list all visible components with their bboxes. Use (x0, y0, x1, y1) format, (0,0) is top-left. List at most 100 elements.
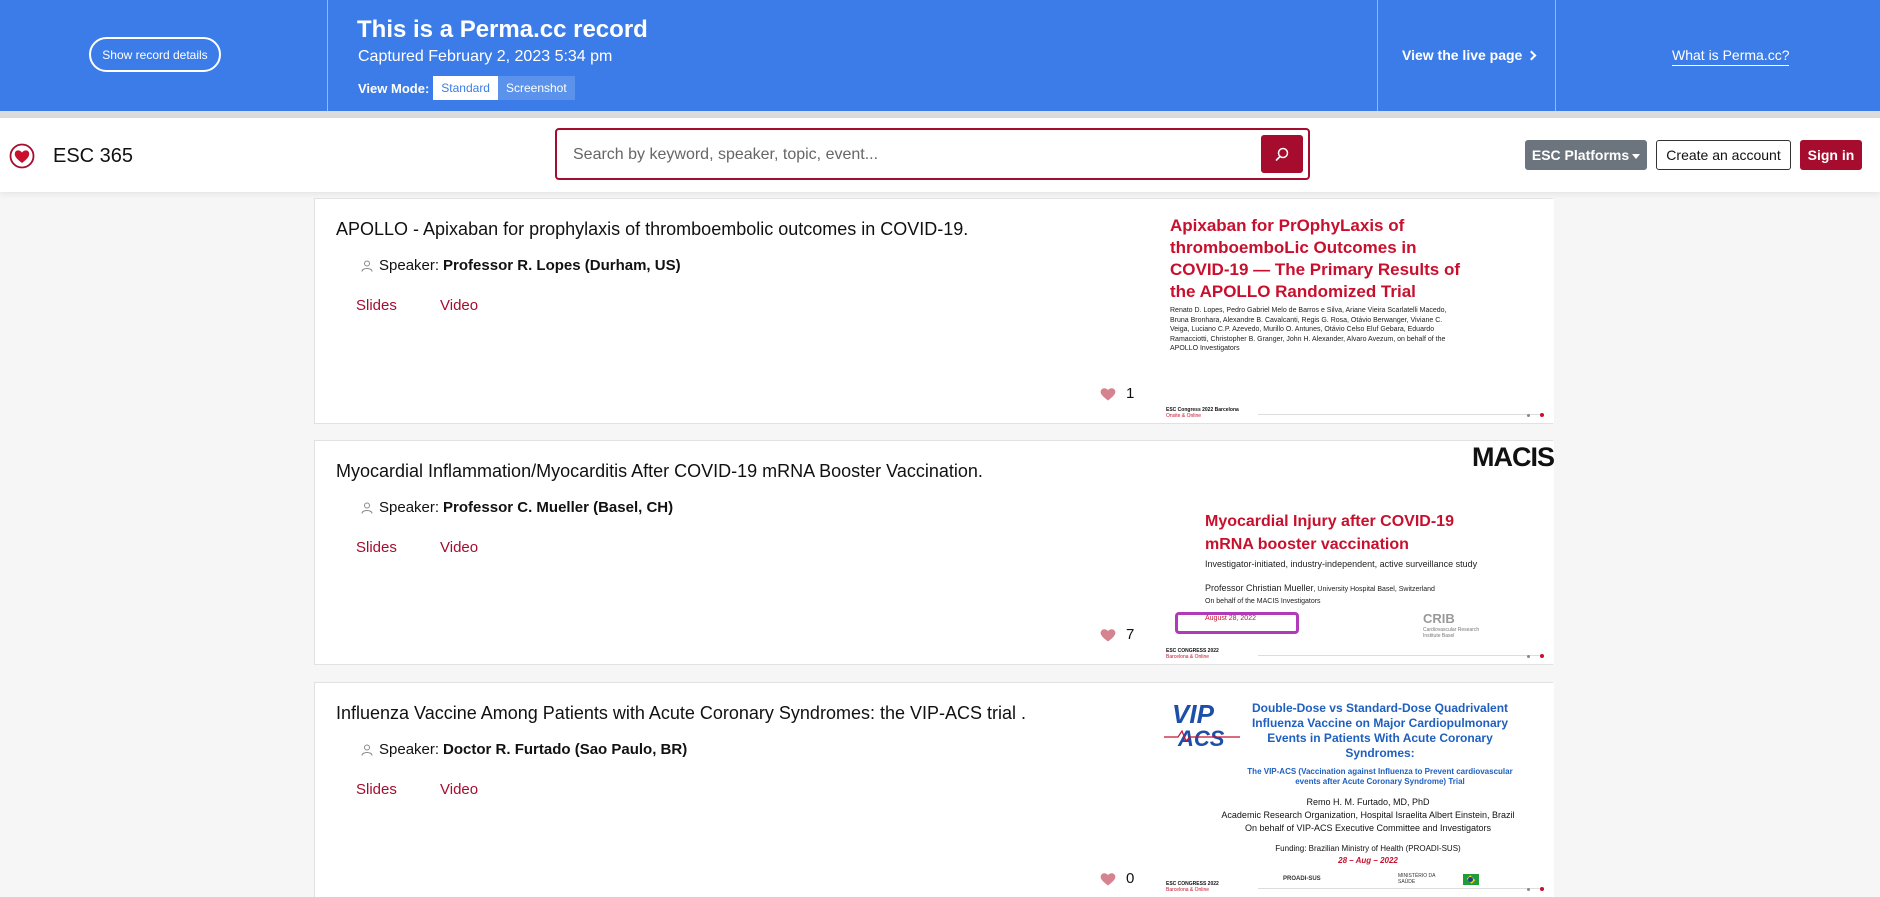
heart-icon (1100, 872, 1116, 885)
presenter-behalf: On behalf of VIP-ACS Executive Committee… (1244, 823, 1492, 833)
session-card-2[interactable]: Myocardial Inflammation/Myocarditis Afte… (314, 440, 1554, 665)
search-bar (555, 128, 1310, 180)
what-is-perma-link[interactable]: What is Perma.cc? (1672, 47, 1790, 66)
thumbnail-footer-sub: Barcelona & Online (1166, 654, 1210, 660)
speaker-label: Speaker: (379, 257, 440, 274)
video-link[interactable]: Video (440, 539, 478, 556)
speaker-name: Doctor R. Furtado (Sao Paulo, BR) (443, 741, 688, 758)
slide-dot-active (1540, 413, 1544, 417)
speaker-label: Speaker: (379, 499, 440, 516)
capture-date: Captured February 2, 2023 5:34 pm (358, 48, 613, 65)
thumbnail-subtitle: The VIP-ACS (Vaccination against Influen… (1247, 767, 1513, 786)
speaker-line: Speaker: Doctor R. Furtado (Sao Paulo, B… (361, 741, 687, 758)
sign-in-button[interactable]: Sign in (1800, 140, 1862, 170)
view-mode: View Mode: Standard Screenshot (358, 76, 575, 100)
slide-dot (1527, 414, 1530, 417)
thumbnail-presenter-block: Remo H. M. Furtado, MD, PhD Academic Res… (1198, 796, 1538, 835)
speaker-name: Professor R. Lopes (Durham, US) (443, 257, 681, 274)
slide-dot (1527, 655, 1530, 658)
ecg-line-icon (1164, 729, 1240, 743)
caret-down-icon (1632, 153, 1641, 159)
slide-thumbnail[interactable]: Apixaban for PrOphyLaxis of thromboemboL… (1158, 199, 1554, 423)
view-mode-screenshot[interactable]: Screenshot (497, 76, 575, 100)
slide-dot-active (1540, 654, 1544, 658)
thumbnail-footer: ESC CONGRESS 2022 Barcelona & Online (1166, 881, 1219, 893)
vip-logo-text: VIP (1172, 699, 1214, 729)
perma-record-info: This is a Perma.cc record Captured Febru… (329, 0, 1377, 111)
brazil-flag-icon (1463, 874, 1479, 885)
thumbnail-footer-sub: Onsite & Online (1166, 413, 1202, 419)
perma-live-column: View the live page (1377, 0, 1556, 111)
slide-dot (1527, 888, 1530, 891)
thumbnail-authors: Renato D. Lopes, Pedro Gabriel Melo de B… (1170, 307, 1447, 352)
presenter-name: Professor Christian Mueller (1205, 583, 1314, 593)
site-header: ESC 365 ESC Platforms Create an account … (0, 118, 1880, 192)
session-card-3[interactable]: Influenza Vaccine Among Patients with Ac… (314, 682, 1554, 897)
vip-acs-logo: VIP ACS (1164, 699, 1240, 765)
view-live-page-link[interactable]: View the live page (1402, 47, 1537, 63)
create-account-button[interactable]: Create an account (1656, 140, 1791, 170)
slide-thumbnail[interactable]: VIP ACS Double-Dose vs Standard-Dose Qua… (1158, 683, 1554, 897)
show-record-details-button[interactable]: Show record details (89, 37, 221, 72)
heart-icon (1100, 387, 1116, 400)
slides-link[interactable]: Slides (356, 781, 397, 798)
thumbnail-subtitle: Investigator-initiated, industry-indepen… (1205, 559, 1478, 569)
thumbnail-funding: Funding: Brazilian Ministry of Health (P… (1275, 844, 1461, 853)
person-icon (361, 260, 373, 272)
like-counter[interactable]: 0 (1100, 870, 1134, 887)
perma-about-column: What is Perma.cc? (1556, 0, 1880, 111)
macis-logo: MACIS (1472, 442, 1554, 472)
esc-heart-logo-icon (9, 143, 35, 169)
ministry-logo: MINISTÉRIO DA SAÚDE (1398, 873, 1436, 885)
presenter-affiliation: , University Hospital Basel, Switzerland (1313, 586, 1435, 593)
esc-platforms-dropdown[interactable]: ESC Platforms (1525, 140, 1647, 170)
chevron-right-icon (1526, 50, 1537, 61)
presenter-name: Remo H. M. Furtado, MD, PhD (1306, 797, 1430, 807)
thumbnail-footer: ESC CONGRESS 2022 Barcelona & Online (1166, 648, 1219, 660)
banner-divider (0, 111, 1880, 118)
slides-link[interactable]: Slides (356, 297, 397, 314)
session-card-1[interactable]: APOLLO - Apixaban for prophylaxis of thr… (314, 198, 1554, 424)
session-title[interactable]: Myocardial Inflammation/Myocarditis Afte… (336, 461, 983, 482)
thumbnail-title: Apixaban for PrOphyLaxis of thromboemboL… (1170, 216, 1461, 301)
slides-link[interactable]: Slides (356, 539, 397, 556)
sponsor-logo: PROADI-SUS (1283, 876, 1321, 882)
thumbnail-presenter: Professor Christian Mueller, University … (1205, 583, 1535, 595)
session-title[interactable]: APOLLO - Apixaban for prophylaxis of thr… (336, 219, 968, 240)
like-counter[interactable]: 7 (1100, 626, 1134, 643)
speaker-label: Speaker: (379, 741, 440, 758)
session-title[interactable]: Influenza Vaccine Among Patients with Ac… (336, 703, 1026, 724)
speaker-name: Professor C. Mueller (Basel, CH) (443, 499, 674, 516)
crib-subtitle: Cardiovascular Research Institute Basel (1423, 627, 1480, 639)
brand-name[interactable]: ESC 365 (53, 145, 133, 168)
like-count: 0 (1126, 870, 1135, 887)
esc-platforms-label: ESC Platforms (1531, 147, 1630, 163)
crib-logo: CRIB (1423, 611, 1455, 626)
thumbnail-divider (1258, 655, 1540, 656)
video-link[interactable]: Video (440, 781, 478, 798)
person-icon (361, 502, 373, 514)
view-mode-standard[interactable]: Standard (433, 76, 498, 100)
search-input[interactable] (573, 142, 1253, 168)
search-icon (1275, 147, 1289, 161)
slide-thumbnail[interactable]: MACIS Myocardial Injury after COVID-19 m… (1158, 441, 1554, 664)
view-live-page-label: View the live page (1402, 47, 1523, 63)
thumbnail-footer: ESC Congress 2022 Barcelona Onsite & Onli… (1166, 407, 1239, 419)
like-count: 7 (1126, 626, 1135, 643)
thumbnail-title: Myocardial Injury after COVID-19 mRNA bo… (1205, 513, 1454, 553)
perma-details-column: Show record details (0, 0, 328, 111)
like-counter[interactable]: 1 (1100, 385, 1134, 402)
thumbnail-divider (1258, 888, 1540, 889)
thumbnail-date: 28 – Aug – 2022 (1338, 856, 1398, 865)
view-mode-label: View Mode: (358, 80, 430, 96)
search-button[interactable] (1261, 135, 1303, 173)
thumbnail-divider (1258, 414, 1540, 415)
thumbnail-date: August 28, 2022 (1205, 615, 1256, 622)
thumbnail-title: Double-Dose vs Standard-Dose Quadrivalen… (1251, 701, 1509, 760)
thumbnail-footer-sub: Barcelona & Online (1166, 887, 1210, 893)
presenter-affiliation: Academic Research Organization, Hospital… (1221, 810, 1515, 820)
person-icon (361, 744, 373, 756)
video-link[interactable]: Video (440, 297, 478, 314)
thumbnail-behalf: On behalf of the MACIS Investigators (1205, 598, 1321, 605)
heart-icon (1100, 628, 1116, 641)
